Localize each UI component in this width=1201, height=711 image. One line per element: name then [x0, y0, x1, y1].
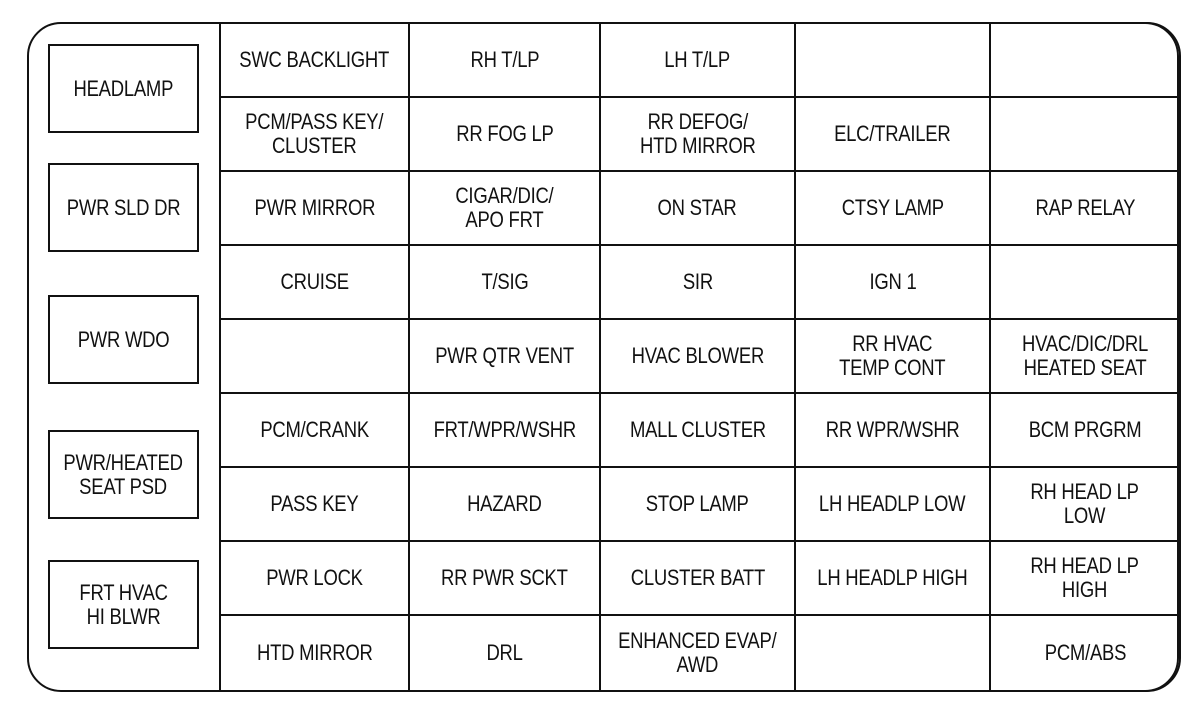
- fuse-label: ELC/TRAILER: [834, 121, 951, 146]
- fuse-cell: RH HEAD LP LOW: [991, 468, 1177, 542]
- fuse-cell: HVAC BLOWER: [601, 320, 796, 394]
- fuse-label: ENHANCED EVAP/ AWD: [618, 628, 777, 677]
- fuse-label: PCM/CRANK: [260, 417, 369, 442]
- fuse-cell: T/SIG: [410, 246, 601, 320]
- fuse-label: RR FOG LP: [455, 121, 554, 146]
- fuse-cell: CLUSTER BATT: [601, 542, 796, 616]
- fuse-label: RR HVAC TEMP CONT: [839, 331, 946, 380]
- fuse-cell: RR HVAC TEMP CONT: [796, 320, 991, 394]
- relay-label: HEADLAMP: [73, 75, 174, 101]
- fuse-label: RR PWR SCKT: [441, 565, 568, 590]
- fuse-cell: PCM/PASS KEY/ CLUSTER: [221, 98, 410, 172]
- fuse-grid: SWC BACKLIGHT RH T/LP LH T/LP PCM/PASS KEY/…: [219, 22, 1179, 692]
- fuse-label: CIGAR/DIC/ APO FRT: [455, 183, 554, 232]
- fuse-label: HTD MIRROR: [256, 640, 373, 665]
- fuse-label: SWC BACKLIGHT: [239, 47, 390, 72]
- fuse-cell: [796, 24, 991, 98]
- fuse-label: FRT/WPR/WSHR: [433, 417, 576, 442]
- fuse-cell: PWR MIRROR: [221, 172, 410, 246]
- fuse-label: STOP LAMP: [646, 491, 749, 516]
- fuse-cell: HAZARD: [410, 468, 601, 542]
- fuse-cell: [221, 320, 410, 394]
- fuse-label: CLUSTER BATT: [630, 565, 765, 590]
- fuse-label: BCM PRGRM: [1028, 417, 1142, 442]
- fuse-label: CTSY LAMP: [841, 195, 944, 220]
- fuse-label: RH T/LP: [470, 47, 539, 72]
- fuse-cell: BCM PRGRM: [991, 394, 1177, 468]
- fuse-cell: LH T/LP: [601, 24, 796, 98]
- fuse-cell: [991, 246, 1177, 320]
- fuse-cell: RR DEFOG/ HTD MIRROR: [601, 98, 796, 172]
- fuse-label: DRL: [486, 640, 523, 665]
- fuse-cell: SWC BACKLIGHT: [221, 24, 410, 98]
- fuse-cell: HVAC/DIC/DRL HEATED SEAT: [991, 320, 1177, 394]
- fuse-label: PCM/ABS: [1044, 640, 1126, 665]
- fuse-cell: RR WPR/WSHR: [796, 394, 991, 468]
- fuse-cell: IGN 1: [796, 246, 991, 320]
- fuse-label: LH HEADLP LOW: [819, 491, 966, 516]
- fuse-cell: DRL: [410, 616, 601, 690]
- fuse-cell: CTSY LAMP: [796, 172, 991, 246]
- fuse-label: RAP RELAY: [1035, 195, 1135, 220]
- fuse-cell: ON STAR: [601, 172, 796, 246]
- fuse-cell: SIR: [601, 246, 796, 320]
- fuse-label: PWR QTR VENT: [435, 343, 574, 368]
- fuse-label: IGN 1: [868, 269, 917, 294]
- fuse-cell: LH HEADLP LOW: [796, 468, 991, 542]
- fuse-cell: RR PWR SCKT: [410, 542, 601, 616]
- fuse-cell: HTD MIRROR: [221, 616, 410, 690]
- relay-box: HEADLAMP: [48, 44, 199, 133]
- fuse-label: HVAC BLOWER: [631, 343, 764, 368]
- fuse-label: PWR LOCK: [266, 565, 363, 590]
- fuse-label: CRUISE: [280, 269, 349, 294]
- fuse-cell: PASS KEY: [221, 468, 410, 542]
- fuse-cell: [991, 24, 1177, 98]
- relay-box: PWR WDO: [48, 295, 199, 384]
- fuse-label: LH HEADLP HIGH: [817, 565, 968, 590]
- fuse-label: LH T/LP: [664, 47, 731, 72]
- relay-box: PWR SLD DR: [48, 163, 199, 252]
- fuse-cell: ENHANCED EVAP/ AWD: [601, 616, 796, 690]
- fuse-label: RR WPR/WSHR: [825, 417, 960, 442]
- fuse-cell: PWR LOCK: [221, 542, 410, 616]
- relay-box: PWR/HEATED SEAT PSD: [48, 430, 199, 519]
- fuse-cell: RR FOG LP: [410, 98, 601, 172]
- fuse-label: PWR MIRROR: [254, 195, 375, 220]
- fuse-label: RH HEAD LP LOW: [1030, 479, 1140, 528]
- fuse-cell: LH HEADLP HIGH: [796, 542, 991, 616]
- fuse-cell: RH HEAD LP HIGH: [991, 542, 1177, 616]
- fuse-cell: PWR QTR VENT: [410, 320, 601, 394]
- fuse-cell: PCM/CRANK: [221, 394, 410, 468]
- fuse-cell: MALL CLUSTER: [601, 394, 796, 468]
- fuse-cell: CRUISE: [221, 246, 410, 320]
- fuse-label: MALL CLUSTER: [629, 417, 766, 442]
- fuse-cell: PCM/ABS: [991, 616, 1177, 690]
- fuse-cell: CIGAR/DIC/ APO FRT: [410, 172, 601, 246]
- fuse-label: PASS KEY: [270, 491, 359, 516]
- fuse-cell: [796, 616, 991, 690]
- fuse-label: SIR: [682, 269, 713, 294]
- fuse-cell: RAP RELAY: [991, 172, 1177, 246]
- relay-label: PWR/HEATED SEAT PSD: [63, 449, 184, 499]
- fuse-label: HAZARD: [467, 491, 542, 516]
- fuse-cell: RH T/LP: [410, 24, 601, 98]
- fuse-label: RH HEAD LP HIGH: [1030, 553, 1140, 602]
- relay-label: FRT HVAC HI BLWR: [79, 579, 168, 629]
- fuse-label: PCM/PASS KEY/ CLUSTER: [245, 109, 384, 158]
- relay-label: PWR SLD DR: [66, 194, 181, 220]
- fuse-label: HVAC/DIC/DRL HEATED SEAT: [1021, 331, 1148, 380]
- fuse-cell: ELC/TRAILER: [796, 98, 991, 172]
- fuse-cell: FRT/WPR/WSHR: [410, 394, 601, 468]
- fuse-label: RR DEFOG/ HTD MIRROR: [639, 109, 756, 158]
- fuse-label: ON STAR: [657, 195, 738, 220]
- relay-box: FRT HVAC HI BLWR: [48, 560, 199, 649]
- relay-label: PWR WDO: [77, 326, 170, 352]
- fuse-cell: STOP LAMP: [601, 468, 796, 542]
- fuse-label: T/SIG: [480, 269, 528, 294]
- fuse-cell: [991, 98, 1177, 172]
